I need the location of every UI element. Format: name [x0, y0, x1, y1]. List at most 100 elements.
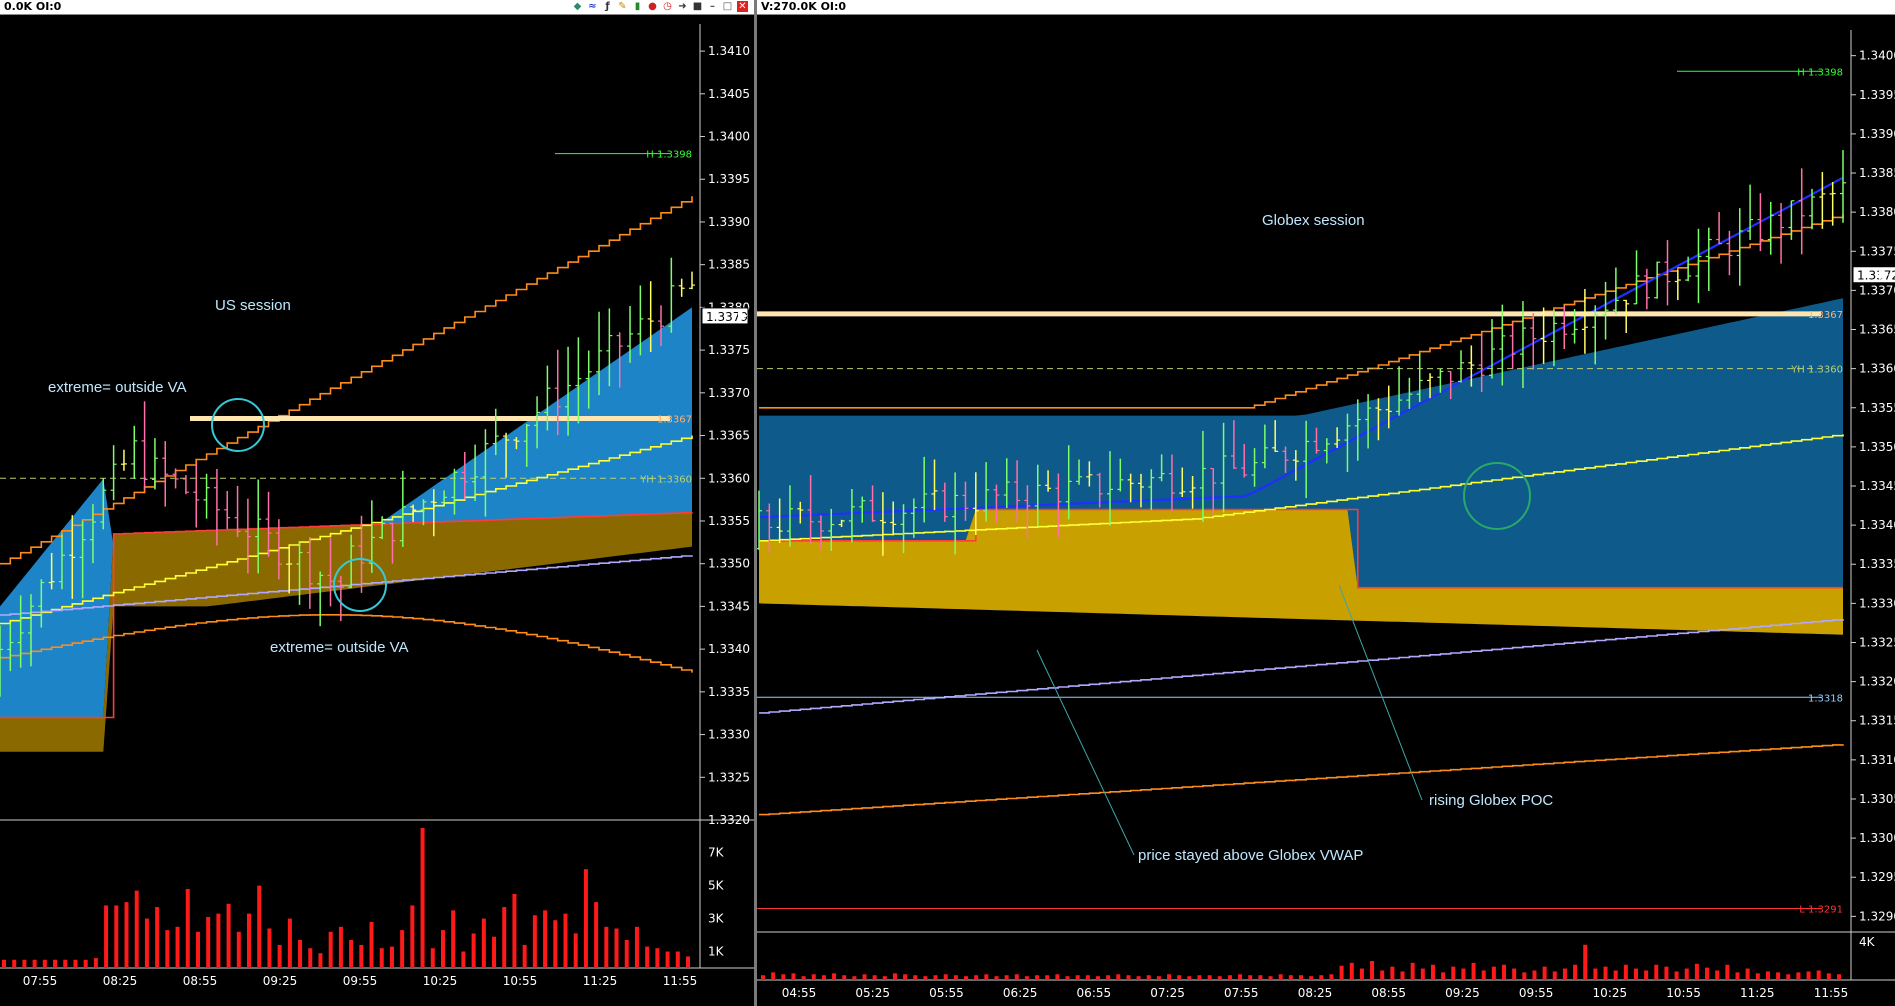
volume-bar	[1644, 970, 1649, 980]
x-tick-label: 10:55	[1666, 986, 1701, 1000]
volume-bar	[257, 885, 262, 968]
volume-bar	[451, 910, 456, 968]
volume-bar	[1106, 975, 1111, 980]
y-tick-label: 1.3315	[1859, 714, 1895, 728]
y-tick-label: 1.3295	[1859, 870, 1895, 884]
volume-bar	[801, 976, 806, 980]
volume-bar	[675, 951, 680, 968]
volume-bar	[1238, 974, 1243, 980]
volume-bar	[1248, 975, 1253, 980]
volume-bar	[1167, 974, 1172, 980]
volume-bar	[1603, 966, 1608, 980]
volume-bar	[1623, 964, 1628, 980]
volume-bar	[1278, 974, 1283, 980]
volume-bar	[1573, 964, 1578, 980]
volume-bar	[1126, 975, 1131, 980]
volume-bar	[686, 956, 690, 968]
volume-bar	[1441, 972, 1446, 980]
volume-bar	[379, 948, 384, 968]
volume-bar	[1837, 974, 1841, 980]
volume-bar	[410, 905, 415, 968]
volume-bar	[1065, 976, 1070, 980]
volume-bar	[1309, 976, 1314, 980]
y-tick-label: 1.3330	[708, 728, 750, 742]
y-tick-label: 1.3345	[1859, 479, 1895, 493]
current-price-label: 1.3372	[1857, 269, 1895, 283]
x-tick-label: 05:25	[855, 986, 890, 1000]
left-price-chart: H 1.3398 1.3367 YH 1.3360 1.3410 1.3405 1.340…	[0, 24, 754, 988]
y-tick-label: 1.3355	[1859, 401, 1895, 415]
volume-bar	[1826, 973, 1831, 980]
volume-bar	[83, 959, 88, 968]
volume-bar	[645, 946, 650, 968]
chart-annotation: extreme= outside VA	[270, 639, 409, 656]
volume-bar	[1755, 973, 1760, 980]
y-tick-label: 1.3325	[708, 770, 750, 784]
volume-bar	[1502, 964, 1507, 980]
chart-annotation: extreme= outside VA	[48, 379, 187, 396]
volume-bar	[1187, 976, 1192, 980]
volume-bar	[1765, 971, 1770, 980]
volume-bar	[1035, 975, 1040, 980]
volume-bar	[53, 959, 58, 968]
y-tick-label: 1.3300	[1859, 831, 1895, 845]
volume-bar	[1258, 975, 1263, 980]
y-tick-label: 1.3320	[708, 813, 750, 827]
volume-bar	[318, 953, 323, 968]
volume-bar	[811, 974, 816, 980]
developing-poc-line	[759, 619, 1844, 714]
volume-bar	[1095, 976, 1100, 980]
y-tick-label: 1.3370	[1859, 283, 1895, 297]
volume-bar	[665, 951, 670, 968]
volume-bar	[614, 928, 619, 968]
volume-bar	[1299, 975, 1303, 980]
y-tick-label: 1.3355	[708, 514, 750, 528]
volume-bar	[1004, 975, 1009, 980]
volume-bar	[563, 913, 568, 968]
volume-bar	[791, 973, 796, 980]
volume-bar	[903, 974, 908, 980]
volume-tick-label: 4K	[1859, 935, 1876, 949]
volume-tick-label: 5K	[708, 879, 725, 893]
y-tick-label: 1.3305	[1859, 792, 1895, 806]
y-tick-label: 1.3360	[1859, 362, 1895, 376]
level-label: 1.3367	[657, 414, 692, 425]
volume-bar	[872, 975, 877, 980]
volume-bar	[206, 916, 211, 968]
volume-bar	[1806, 971, 1811, 980]
volume-bar	[1654, 964, 1659, 980]
volume-bar	[93, 958, 98, 968]
volume-bar	[933, 975, 938, 980]
volume-bar	[1146, 975, 1151, 980]
volume-bar	[984, 974, 989, 980]
y-tick-label: 1.3320	[1859, 675, 1895, 689]
volume-bar	[553, 920, 558, 968]
volume-bar	[1024, 976, 1029, 980]
volume-bar	[1207, 975, 1212, 980]
y-tick-label: 1.3400	[1859, 49, 1895, 63]
y-tick-label: 1.3410	[708, 44, 750, 58]
volume-bar	[471, 933, 476, 968]
x-tick-label: 09:25	[263, 974, 298, 988]
volume-bar	[63, 959, 68, 968]
volume-bar	[1776, 972, 1781, 980]
chart-annotation: price stayed above Globex VWAP	[1138, 847, 1363, 864]
volume-bar	[1684, 968, 1689, 980]
volume-bar	[1786, 974, 1791, 980]
us-session-chart-pane[interactable]: 0.0K OI:0 ◆ ≈ ƒ ✎ ▮ ● ◷ ➜ ■ – □ ✕ H 1.33…	[0, 0, 754, 1006]
level-label: 1.3318	[1808, 693, 1843, 704]
volume-bar	[185, 888, 190, 968]
volume-bar	[1481, 970, 1486, 980]
volume-bar	[114, 905, 119, 968]
volume-bar	[216, 913, 221, 968]
volume-bar	[1613, 970, 1618, 980]
y-tick-label: 1.3335	[708, 685, 750, 699]
volume-bar	[1694, 963, 1699, 980]
x-tick-label: 09:25	[1445, 986, 1480, 1000]
volume-bar	[308, 948, 313, 968]
globex-session-chart-pane[interactable]: V:270.0K OI:0 H 1.3398 1.3367 YH 1.3360 1.3…	[754, 0, 1895, 1006]
y-tick-label: 1.3335	[1859, 557, 1895, 571]
y-tick-label: 1.3380	[1859, 205, 1895, 219]
volume-bar	[1532, 970, 1537, 980]
volume-bar	[1420, 968, 1425, 980]
